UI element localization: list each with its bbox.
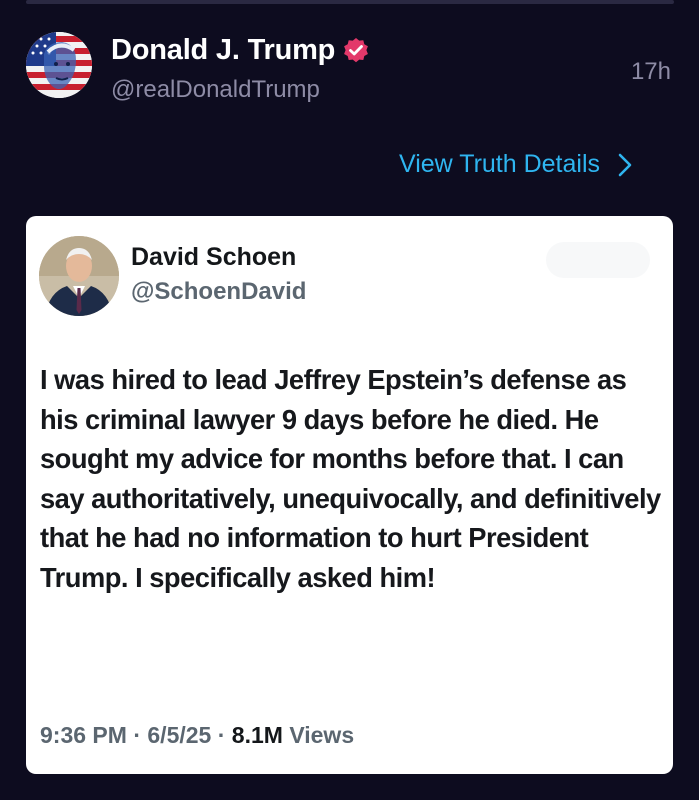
verified-badge-icon bbox=[342, 37, 370, 65]
view-details-label: View Truth Details bbox=[399, 150, 601, 178]
chevron-right-icon bbox=[618, 153, 632, 177]
quoted-post-card[interactable]: David Schoen @SchoenDavid I was hired to… bbox=[26, 216, 673, 774]
avatar-flag-portrait bbox=[26, 32, 92, 98]
author-name-row[interactable]: Donald J. Trump bbox=[111, 34, 370, 67]
views-label: Views bbox=[289, 722, 355, 748]
quoted-date: 6/5/25 bbox=[147, 722, 212, 748]
faint-button bbox=[546, 242, 650, 278]
author-name[interactable]: Donald J. Trump bbox=[111, 34, 335, 67]
post-timestamp: 17h bbox=[630, 58, 671, 85]
author-handle[interactable]: @realDonaldTrump bbox=[111, 76, 320, 104]
meta-separator: · bbox=[126, 722, 148, 748]
quoted-post-meta: 9:36 PM · 6/5/25 · 8.1M Views bbox=[40, 722, 354, 749]
quoted-author-avatar[interactable] bbox=[39, 236, 119, 316]
views-count: 8.1M bbox=[231, 722, 283, 748]
top-divider bbox=[26, 0, 674, 4]
view-truth-details-link[interactable]: View Truth Details bbox=[399, 150, 632, 179]
quoted-author-name[interactable]: David Schoen bbox=[131, 243, 296, 272]
quoted-post-text: I was hired to lead Jeffrey Epstein’s de… bbox=[40, 364, 661, 593]
quoted-time: 9:36 PM bbox=[40, 722, 127, 748]
quoted-author-handle[interactable]: @SchoenDavid bbox=[131, 278, 306, 306]
author-avatar[interactable] bbox=[26, 32, 92, 98]
meta-separator: · bbox=[211, 722, 232, 748]
